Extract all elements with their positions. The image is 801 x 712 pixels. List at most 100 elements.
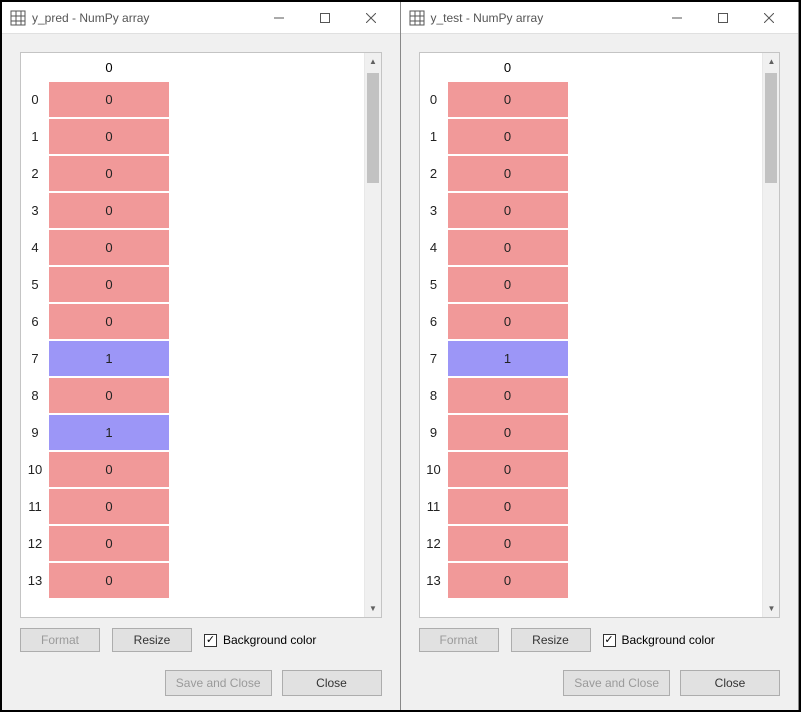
table-row[interactable]: 100 <box>420 451 763 488</box>
table-row[interactable]: 10 <box>21 118 364 155</box>
row-index[interactable]: 6 <box>21 303 49 340</box>
row-index[interactable]: 10 <box>420 451 448 488</box>
cell-value[interactable]: 0 <box>448 378 568 413</box>
background-color-checkbox[interactable]: ✓ Background color <box>204 633 316 647</box>
table-row[interactable]: 100 <box>21 451 364 488</box>
row-index[interactable]: 5 <box>420 266 448 303</box>
table-row[interactable]: 120 <box>21 525 364 562</box>
cell-value[interactable]: 0 <box>49 193 169 228</box>
row-index[interactable]: 10 <box>21 451 49 488</box>
row-index[interactable]: 7 <box>420 340 448 377</box>
table-row[interactable]: 00 <box>21 81 364 118</box>
table-row[interactable]: 20 <box>420 155 763 192</box>
row-index[interactable]: 0 <box>21 81 49 118</box>
table-row[interactable]: 71 <box>420 340 763 377</box>
row-index[interactable]: 3 <box>420 192 448 229</box>
table-row[interactable]: 120 <box>420 525 763 562</box>
row-index[interactable]: 12 <box>21 525 49 562</box>
row-index[interactable]: 9 <box>420 414 448 451</box>
cell-value[interactable]: 0 <box>49 267 169 302</box>
row-index[interactable]: 1 <box>21 118 49 155</box>
cell-value[interactable]: 1 <box>448 341 568 376</box>
row-index[interactable]: 6 <box>420 303 448 340</box>
cell-value[interactable]: 0 <box>49 230 169 265</box>
resize-button[interactable]: Resize <box>112 628 192 652</box>
table-row[interactable]: 00 <box>420 81 763 118</box>
cell-value[interactable]: 0 <box>448 119 568 154</box>
row-index[interactable]: 4 <box>420 229 448 266</box>
cell-value[interactable]: 0 <box>448 82 568 117</box>
row-index[interactable]: 0 <box>420 81 448 118</box>
maximize-button[interactable] <box>700 2 746 34</box>
row-index[interactable]: 13 <box>21 562 49 599</box>
table-row[interactable]: 60 <box>21 303 364 340</box>
row-index[interactable]: 11 <box>420 488 448 525</box>
close-window-button[interactable] <box>746 2 792 34</box>
row-index[interactable]: 4 <box>21 229 49 266</box>
cell-value[interactable]: 0 <box>49 304 169 339</box>
titlebar[interactable]: y_pred - NumPy array <box>2 2 400 34</box>
save-and-close-button[interactable]: Save and Close <box>563 670 670 696</box>
row-index[interactable]: 7 <box>21 340 49 377</box>
table-row[interactable]: 130 <box>420 562 763 599</box>
table-row[interactable]: 20 <box>21 155 364 192</box>
table-row[interactable]: 50 <box>420 266 763 303</box>
table-row[interactable]: 80 <box>420 377 763 414</box>
array-grid[interactable]: 0 00102030405060718090100110120130 ▲ ▼ <box>419 52 781 618</box>
row-index[interactable]: 11 <box>21 488 49 525</box>
row-index[interactable]: 13 <box>420 562 448 599</box>
row-index[interactable]: 9 <box>21 414 49 451</box>
titlebar[interactable]: y_test - NumPy array <box>401 2 799 34</box>
scroll-down-icon[interactable]: ▼ <box>365 600 382 617</box>
cell-value[interactable]: 0 <box>448 563 568 598</box>
cell-value[interactable]: 0 <box>448 156 568 191</box>
cell-value[interactable]: 0 <box>49 563 169 598</box>
minimize-button[interactable] <box>654 2 700 34</box>
close-button[interactable]: Close <box>680 670 780 696</box>
cell-value[interactable]: 0 <box>448 489 568 524</box>
table-row[interactable]: 110 <box>21 488 364 525</box>
cell-value[interactable]: 0 <box>49 378 169 413</box>
table-row[interactable]: 91 <box>21 414 364 451</box>
cell-value[interactable]: 0 <box>49 119 169 154</box>
cell-value[interactable]: 1 <box>49 415 169 450</box>
scroll-down-icon[interactable]: ▼ <box>763 600 780 617</box>
format-button[interactable]: Format <box>419 628 499 652</box>
array-grid[interactable]: 0 00102030405060718091100110120130 ▲ ▼ <box>20 52 382 618</box>
column-header[interactable]: 0 <box>49 60 169 75</box>
table-row[interactable]: 10 <box>420 118 763 155</box>
cell-value[interactable]: 0 <box>448 415 568 450</box>
save-and-close-button[interactable]: Save and Close <box>165 670 272 696</box>
row-index[interactable]: 2 <box>420 155 448 192</box>
scroll-up-icon[interactable]: ▲ <box>365 53 382 70</box>
cell-value[interactable]: 0 <box>448 526 568 561</box>
cell-value[interactable]: 0 <box>448 230 568 265</box>
table-row[interactable]: 90 <box>420 414 763 451</box>
scroll-thumb[interactable] <box>765 73 777 183</box>
table-row[interactable]: 130 <box>21 562 364 599</box>
table-row[interactable]: 71 <box>21 340 364 377</box>
cell-value[interactable]: 0 <box>49 489 169 524</box>
column-header[interactable]: 0 <box>448 60 568 75</box>
background-color-checkbox[interactable]: ✓ Background color <box>603 633 715 647</box>
scroll-up-icon[interactable]: ▲ <box>763 53 780 70</box>
maximize-button[interactable] <box>302 2 348 34</box>
table-row[interactable]: 60 <box>420 303 763 340</box>
row-index[interactable]: 12 <box>420 525 448 562</box>
table-row[interactable]: 40 <box>420 229 763 266</box>
row-index[interactable]: 2 <box>21 155 49 192</box>
cell-value[interactable]: 1 <box>49 341 169 376</box>
cell-value[interactable]: 0 <box>448 267 568 302</box>
resize-button[interactable]: Resize <box>511 628 591 652</box>
row-index[interactable]: 8 <box>420 377 448 414</box>
table-row[interactable]: 110 <box>420 488 763 525</box>
cell-value[interactable]: 0 <box>49 526 169 561</box>
cell-value[interactable]: 0 <box>448 452 568 487</box>
cell-value[interactable]: 0 <box>49 156 169 191</box>
row-index[interactable]: 1 <box>420 118 448 155</box>
row-index[interactable]: 8 <box>21 377 49 414</box>
cell-value[interactable]: 0 <box>448 193 568 228</box>
minimize-button[interactable] <box>256 2 302 34</box>
cell-value[interactable]: 0 <box>49 452 169 487</box>
close-button[interactable]: Close <box>282 670 382 696</box>
